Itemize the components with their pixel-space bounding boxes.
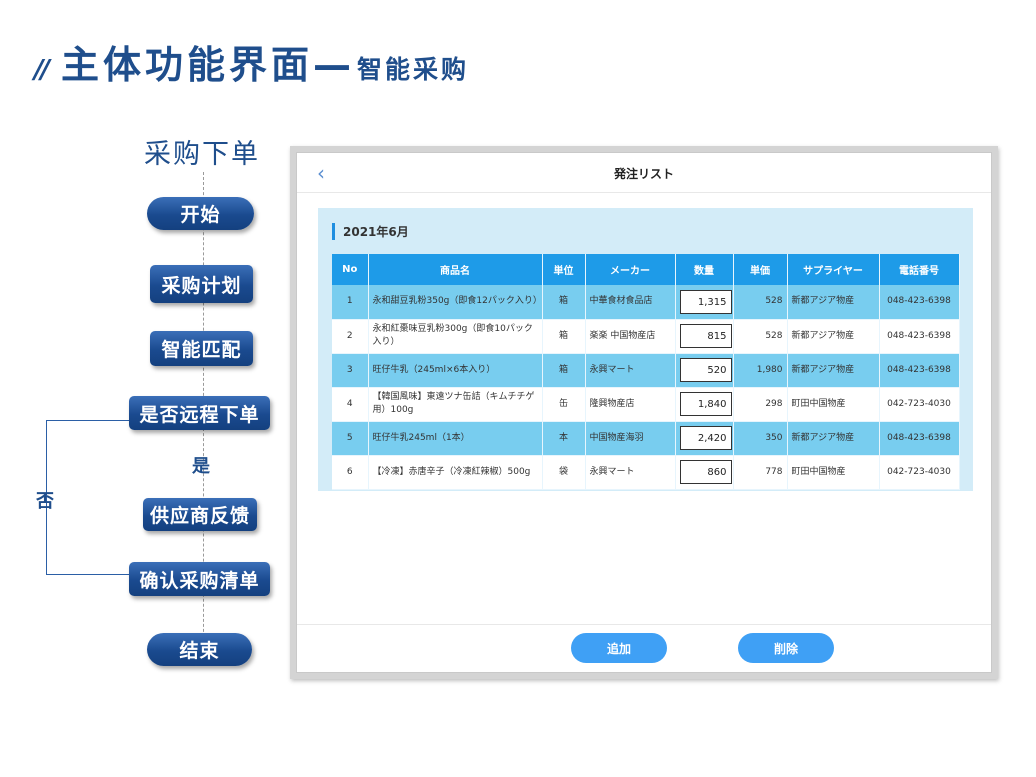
flow-no-label: 否 (36, 491, 54, 512)
cell-supplier: 新都アジア物産 (787, 285, 880, 320)
cell-product: 旺仔牛乳245ml（1本） (368, 421, 543, 456)
no-branch-connector (46, 420, 130, 575)
flow-step-remote-decision: 是否远程下单 (129, 396, 270, 430)
app-top-bar: ‹ 発注リスト (297, 153, 991, 193)
cell-price: 778 (733, 455, 788, 490)
delete-button[interactable]: 削除 (738, 633, 834, 663)
cell-maker: 隆興物産店 (585, 387, 676, 422)
cell-quantity: 1,315 (675, 285, 734, 320)
cell-supplier: 新都アジア物産 (787, 319, 880, 354)
cell-no: 5 (332, 421, 369, 456)
cell-phone: 048-423-6398 (879, 353, 960, 388)
cell-price: 350 (733, 421, 788, 456)
cell-phone: 048-423-6398 (879, 421, 960, 456)
cell-maker: 中国物産海羽 (585, 421, 676, 456)
cell-phone: 042-723-4030 (879, 387, 960, 422)
cell-price: 1,980 (733, 353, 788, 388)
quantity-input[interactable]: 1,315 (679, 289, 732, 314)
quantity-input[interactable]: 815 (679, 324, 732, 348)
cell-product: 【冷凍】赤唐辛子（冷凍紅辣椒）500g (368, 455, 543, 490)
quantity-input[interactable]: 860 (679, 460, 732, 484)
header-title: 主体功能界面— (61, 43, 356, 87)
cell-maker: 楽楽 中国物産店 (585, 319, 676, 354)
cell-product: 【韓国風味】東遠ツナ缶詰（キムチチゲ用）100g (368, 387, 543, 422)
month-heading: 2021年6月 (332, 223, 409, 240)
cell-maker: 永興マート (585, 353, 676, 388)
column-header-supplier: サプライヤー (787, 254, 880, 285)
app-screen: ‹ 発注リスト 2021年6月 No 商品名 単位 メーカー 数量 単価 サプラ… (296, 152, 992, 673)
order-table: No 商品名 単位 メーカー 数量 単価 サプライヤー 電話番号 1 永和甜豆乳… (332, 254, 960, 490)
slide-header: // 主体功能界面— 智能采购 (34, 34, 469, 89)
cell-unit: 箱 (542, 285, 586, 320)
cell-quantity: 2,420 (675, 421, 734, 456)
cell-price: 528 (733, 319, 788, 354)
cell-supplier: 町田中国物産 (787, 455, 880, 490)
flow-step-plan: 采购计划 (150, 265, 253, 303)
flowchart-title: 采购下单 (144, 139, 260, 170)
cell-phone: 048-423-6398 (879, 285, 960, 320)
column-header-product: 商品名 (368, 254, 543, 285)
cell-no: 4 (332, 387, 369, 422)
cell-no: 6 (332, 455, 369, 490)
header-slash-mark: // (34, 55, 50, 85)
column-header-price: 単価 (733, 254, 788, 285)
table-row[interactable]: 4 【韓国風味】東遠ツナ缶詰（キムチチゲ用）100g 缶 隆興物産店 1,840… (332, 387, 960, 422)
flow-start: 开始 (147, 197, 254, 230)
cell-maker: 永興マート (585, 455, 676, 490)
cell-no: 1 (332, 285, 369, 320)
cell-product: 旺仔牛乳（245ml×6本入り） (368, 353, 543, 388)
quantity-input[interactable]: 520 (679, 358, 732, 382)
cell-unit: 袋 (542, 455, 586, 490)
cell-maker: 中華食材食品店 (585, 285, 676, 320)
cell-unit: 本 (542, 421, 586, 456)
cell-supplier: 新都アジア物産 (787, 421, 880, 456)
column-header-unit: 単位 (542, 254, 586, 285)
flow-end: 结束 (147, 633, 252, 666)
table-row[interactable]: 3 旺仔牛乳（245ml×6本入り） 箱 永興マート 520 1,980 新都ア… (332, 353, 960, 388)
cell-no: 2 (332, 319, 369, 354)
table-row[interactable]: 5 旺仔牛乳245ml（1本） 本 中国物産海羽 2,420 350 新都アジア… (332, 421, 960, 456)
cell-quantity: 860 (675, 455, 734, 490)
cell-unit: 箱 (542, 319, 586, 354)
column-header-maker: メーカー (585, 254, 676, 285)
quantity-input[interactable]: 1,840 (679, 392, 732, 416)
cell-quantity: 1,840 (675, 387, 734, 422)
table-row[interactable]: 2 永和紅棗味豆乳粉300g（即食10パック入り） 箱 楽楽 中国物産店 815… (332, 319, 960, 354)
cell-product: 永和甜豆乳粉350g（即食12パック入り） (368, 285, 543, 320)
order-list-panel: 2021年6月 No 商品名 単位 メーカー 数量 単価 サプライヤー 電話番号… (318, 208, 973, 491)
cell-quantity: 815 (675, 319, 734, 354)
cell-phone: 042-723-4030 (879, 455, 960, 490)
cell-price: 298 (733, 387, 788, 422)
cell-quantity: 520 (675, 353, 734, 388)
cell-product: 永和紅棗味豆乳粉300g（即食10パック入り） (368, 319, 543, 354)
table-row[interactable]: 6 【冷凍】赤唐辛子（冷凍紅辣椒）500g 袋 永興マート 860 778 町田… (332, 455, 960, 490)
flow-step-match: 智能匹配 (150, 331, 253, 366)
column-header-phone: 電話番号 (879, 254, 960, 285)
app-title: 発注リスト (613, 167, 674, 181)
app-bottom-bar: 追加 削除 (297, 624, 991, 672)
column-header-quantity: 数量 (675, 254, 734, 285)
cell-phone: 048-423-6398 (879, 319, 960, 354)
cell-unit: 箱 (542, 353, 586, 388)
flow-yes-label: 是 (192, 456, 210, 477)
cell-price: 528 (733, 285, 788, 320)
table-header-row: No 商品名 単位 メーカー 数量 単価 サプライヤー 電話番号 (332, 254, 960, 285)
cell-supplier: 新都アジア物産 (787, 353, 880, 388)
cell-no: 3 (332, 353, 369, 388)
flow-step-supplier-feedback: 供应商反馈 (143, 498, 257, 531)
device-frame: ‹ 発注リスト 2021年6月 No 商品名 単位 メーカー 数量 単価 サプラ… (290, 146, 998, 679)
header-subtitle: 智能采购 (357, 55, 470, 84)
column-header-no: No (332, 254, 369, 285)
table-row[interactable]: 1 永和甜豆乳粉350g（即食12パック入り） 箱 中華食材食品店 1,315 … (332, 285, 960, 320)
add-button[interactable]: 追加 (571, 633, 667, 663)
flow-step-confirm-list: 确认采购清单 (129, 562, 270, 596)
cell-supplier: 町田中国物産 (787, 387, 880, 422)
quantity-input[interactable]: 2,420 (679, 426, 732, 450)
cell-unit: 缶 (542, 387, 586, 422)
